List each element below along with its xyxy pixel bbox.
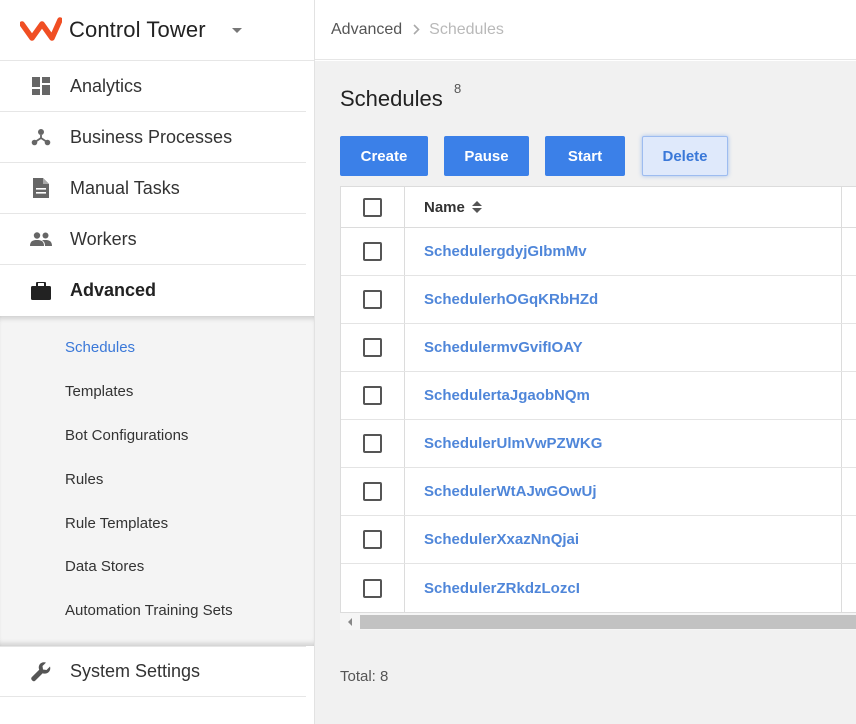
sidebar-item-system-settings[interactable]: System Settings (0, 646, 306, 697)
sidebar-item-manual-tasks[interactable]: Manual Tasks (0, 163, 306, 214)
row-checkbox[interactable] (363, 434, 382, 453)
sidebar-item-label: Advanced (70, 280, 157, 300)
scrollbar-thumb[interactable] (360, 614, 856, 629)
table-row: SchedulerWtAJwGOwUj (341, 468, 856, 516)
pause-button[interactable]: Pause (444, 136, 529, 176)
sidebar-item-label: Manual Tasks (70, 177, 180, 198)
sidebar-item-workers[interactable]: Workers (0, 214, 306, 265)
table-row: SchedulerZRkdzLozcI (341, 564, 856, 612)
schedule-name-link[interactable]: SchedulermvGvifIOAY (424, 339, 583, 356)
main-content: Schedules 8 Create Pause Start Delete Na… (315, 61, 856, 724)
wrench-icon (30, 661, 52, 683)
sidebar-item-label: Workers (70, 228, 137, 249)
name-header-label: Name (424, 198, 465, 216)
schedule-name-link[interactable]: SchedulerXxazNnQjai (424, 531, 579, 548)
sidebar-item-analytics[interactable]: Analytics (0, 61, 306, 112)
total-count: Total: 8 (340, 668, 389, 685)
schedule-name-link[interactable]: SchedulergdyjGIbmMv (424, 243, 587, 260)
sort-icon[interactable] (471, 201, 482, 213)
briefcase-icon (30, 280, 52, 302)
schedule-count-badge: 8 (454, 81, 462, 96)
table-row: SchedulertaJgaobNQm (341, 372, 856, 420)
sidebar-item-label: Business Processes (70, 126, 233, 147)
page-title: Schedules (340, 86, 443, 111)
scroll-left-icon[interactable] (340, 613, 360, 631)
breadcrumb-parent[interactable]: Advanced (331, 21, 402, 39)
schedule-name-link[interactable]: SchedulerUlmVwPZWKG (424, 435, 602, 452)
schedule-name-link[interactable]: SchedulerhOGqKRbHZd (424, 291, 598, 308)
submenu-item-bot-configurations[interactable]: Bot Configurations (0, 414, 314, 458)
row-checkbox[interactable] (363, 338, 382, 357)
submenu-item-schedules[interactable]: Schedules (0, 326, 314, 370)
submenu-item-automation-training-sets[interactable]: Automation Training Sets (0, 589, 314, 633)
people-icon (30, 228, 52, 250)
submenu-item-data-stores[interactable]: Data Stores (0, 545, 314, 589)
schedule-name-link[interactable]: SchedulerWtAJwGOwUj (424, 483, 597, 500)
sidebar-item-advanced[interactable]: Advanced (0, 265, 306, 316)
row-checkbox[interactable] (363, 242, 382, 261)
name-column-header[interactable]: Name (405, 187, 842, 227)
row-checkbox[interactable] (363, 530, 382, 549)
submenu-item-rule-templates[interactable]: Rule Templates (0, 501, 314, 545)
sidebar: Control Tower Analytics Business Process… (0, 0, 315, 724)
row-checkbox[interactable] (363, 290, 382, 309)
table-header: Name (341, 187, 856, 228)
create-button[interactable]: Create (340, 136, 428, 176)
sidebar-item-label: Analytics (70, 75, 143, 96)
table-row: SchedulermvGvifIOAY (341, 324, 856, 372)
breadcrumb: Advanced Schedules (315, 0, 856, 60)
breadcrumb-current: Schedules (429, 20, 504, 38)
schedule-name-link[interactable]: SchedulertaJgaobNQm (424, 387, 590, 404)
table-row: SchedulergdyjGIbmMv (341, 228, 856, 276)
table-row: SchedulerUlmVwPZWKG (341, 420, 856, 468)
schedules-table: Name SchedulergdyjGIbmMv SchedulerhOGqKR… (340, 186, 856, 630)
schedule-name-link[interactable]: SchedulerZRkdzLozcI (424, 580, 580, 597)
delete-button[interactable]: Delete (642, 136, 728, 176)
submenu-item-rules[interactable]: Rules (0, 457, 314, 501)
start-button[interactable]: Start (545, 136, 625, 176)
sidebar-item-business-processes[interactable]: Business Processes (0, 112, 306, 163)
submenu-item-templates[interactable]: Templates (0, 370, 314, 414)
app-switcher-dropdown[interactable] (231, 27, 242, 33)
table-row: SchedulerXxazNnQjai (341, 516, 856, 564)
dashboard-icon (30, 75, 52, 97)
sidebar-item-label: System Settings (70, 661, 201, 681)
table-row: SchedulerhOGqKRbHZd (341, 276, 856, 324)
advanced-submenu: Schedules Templates Bot Configurations R… (0, 316, 314, 646)
app-title: Control Tower (69, 17, 206, 42)
process-icon (30, 126, 52, 148)
row-checkbox[interactable] (363, 386, 382, 405)
row-checkbox[interactable] (363, 578, 382, 598)
row-checkbox[interactable] (363, 482, 382, 501)
app-brand: Control Tower (0, 0, 314, 61)
chevron-right-icon (413, 24, 420, 35)
document-icon (30, 177, 52, 199)
select-all-checkbox[interactable] (363, 197, 382, 217)
logo-icon (20, 17, 62, 41)
horizontal-scrollbar[interactable] (340, 612, 856, 630)
